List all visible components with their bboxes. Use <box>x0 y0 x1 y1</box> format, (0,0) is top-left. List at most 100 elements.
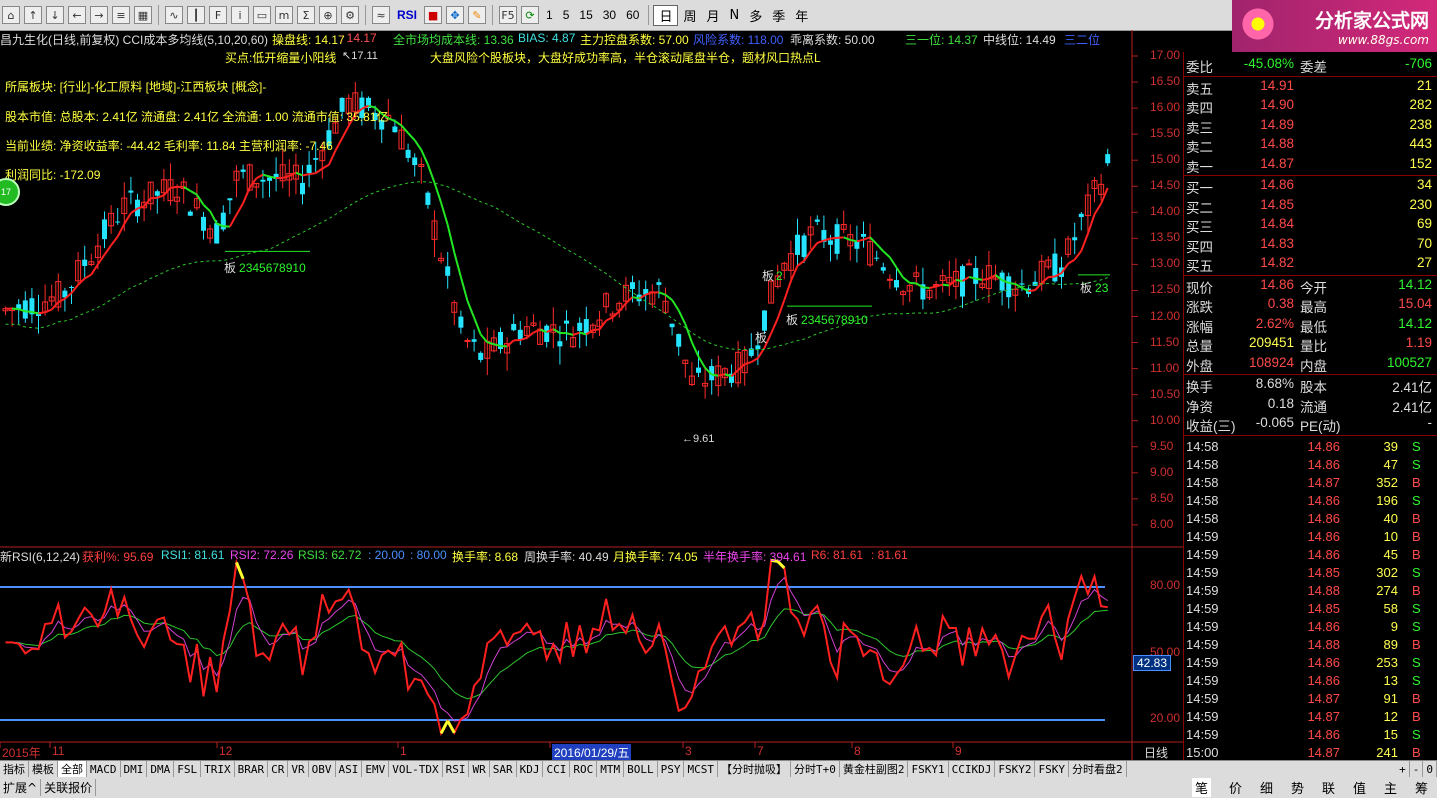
period-year-button[interactable]: 年 <box>790 6 813 25</box>
grid-icon[interactable]: ▦ <box>134 6 152 24</box>
pen-icon[interactable]: ✎ <box>468 6 487 24</box>
zoom-icon[interactable]: ⊕ <box>319 6 337 24</box>
tick-row[interactable]: 14:59 14.85 302 S <box>1184 565 1436 583</box>
period-n-button[interactable]: N <box>725 8 745 23</box>
tick-row[interactable]: 14:58 14.87 352 B <box>1184 475 1436 493</box>
indicator-tab[interactable]: FSKY <box>1035 761 1069 778</box>
indicator-tab[interactable]: BOLL <box>624 761 658 778</box>
indicator-tab[interactable]: ROC <box>570 761 598 778</box>
tick-row[interactable]: 14:58 14.86 196 S <box>1184 493 1436 511</box>
indicator-tab[interactable]: FSL <box>174 761 202 778</box>
indicator-tab[interactable]: 黄金柱副图2 <box>840 761 909 778</box>
period-30-button[interactable]: 30 <box>603 8 616 22</box>
f10-icon[interactable]: F <box>209 6 227 24</box>
period-month-button[interactable]: 月 <box>702 6 725 25</box>
tab-control-button[interactable]: + <box>1396 761 1410 778</box>
ask-row[interactable]: 卖三 14.89 238 <box>1184 117 1436 136</box>
bid-row[interactable]: 买二 14.85 230 <box>1184 197 1436 216</box>
bid-row[interactable]: 买五 14.82 27 <box>1184 255 1436 274</box>
period-1-button[interactable]: 1 <box>546 8 553 22</box>
tick-row[interactable]: 14:59 14.86 253 S <box>1184 655 1436 673</box>
tick-row[interactable]: 14:59 14.87 12 B <box>1184 709 1436 727</box>
indicator-tab[interactable]: CR <box>268 761 289 778</box>
indicator-tab[interactable]: SAR <box>490 761 517 778</box>
quote-row[interactable]: 涨幅 2.62% 最低 14.12 <box>1184 316 1436 335</box>
up-arrow-icon[interactable]: ↑ <box>24 6 42 24</box>
tick-row[interactable]: 14:59 14.88 274 B <box>1184 583 1436 601</box>
tick-row[interactable]: 14:59 14.85 58 S <box>1184 601 1436 619</box>
tick-row[interactable]: 14:58 14.86 47 S <box>1184 457 1436 475</box>
move-icon[interactable]: ✥ <box>446 6 465 24</box>
indicator-tab[interactable]: 分时看盘2 <box>1069 761 1127 778</box>
quote-row[interactable]: 净资 0.18 流通 2.41亿 <box>1184 396 1436 415</box>
indicator-tab[interactable]: 模板 <box>29 761 58 778</box>
tick-row[interactable]: 14:59 14.86 15 S <box>1184 727 1436 745</box>
bid-row[interactable]: 买四 14.83 70 <box>1184 236 1436 255</box>
stop-icon[interactable]: ■ <box>424 6 443 24</box>
indicator-tab[interactable]: MTM <box>597 761 625 778</box>
period-day-button[interactable]: 日 <box>653 4 679 26</box>
indicator-tab[interactable]: BRAR <box>235 761 269 778</box>
quote-row[interactable]: 外盘 108924 内盘 100527 <box>1184 355 1436 374</box>
f5-icon[interactable]: F5 <box>499 6 518 24</box>
tab-control-button[interactable]: 0 <box>1423 761 1437 778</box>
right-tab[interactable]: 主 <box>1384 778 1397 797</box>
indicator-tab[interactable]: 分时T+0 <box>791 761 840 778</box>
tab-control-button[interactable]: - <box>1410 761 1424 778</box>
ask-row[interactable]: 卖一 14.87 152 <box>1184 156 1436 175</box>
indicator-tab[interactable]: 【分时抛吸】 <box>718 761 791 778</box>
tick-row[interactable]: 14:59 14.87 91 B <box>1184 691 1436 709</box>
extra-tab[interactable]: 扩展^ <box>0 779 42 796</box>
right-tab[interactable]: 细 <box>1260 778 1273 797</box>
tick-row[interactable]: 14:59 14.86 45 B <box>1184 547 1436 565</box>
indicator-tab[interactable]: DMA <box>147 761 175 778</box>
quote-row[interactable]: 收益(三) -0.065 PE(动) - <box>1184 415 1436 434</box>
indicator-tab[interactable]: 指标 <box>0 761 29 778</box>
candle-icon[interactable]: ┃ <box>187 6 205 24</box>
indicator-tab[interactable]: VOL-TDX <box>389 761 443 778</box>
rsi-button[interactable]: RSI <box>397 8 417 22</box>
down-arrow-icon[interactable]: ↓ <box>46 6 64 24</box>
indicator-tab[interactable]: DMI <box>121 761 148 778</box>
indicator-tab[interactable]: VR <box>288 761 309 778</box>
window-icon[interactable]: ▭ <box>253 6 271 24</box>
info-icon[interactable]: i <box>231 6 249 24</box>
indicator-tab[interactable]: 全部 <box>58 761 87 778</box>
indicator-tab[interactable]: MCST <box>684 761 718 778</box>
indicator-tab[interactable]: EMV <box>362 761 390 778</box>
tick-row[interactable]: 14:59 14.86 13 S <box>1184 673 1436 691</box>
indicator-tab[interactable]: CCI <box>543 761 571 778</box>
quote-row[interactable]: 涨跌 0.38 最高 15.04 <box>1184 296 1436 315</box>
back-icon[interactable]: ← <box>68 6 86 24</box>
indicator-tab[interactable]: CCIKDJ <box>949 761 996 778</box>
indicator-tab[interactable]: TRIX <box>201 761 235 778</box>
indicator-tab[interactable]: RSI <box>443 761 470 778</box>
right-tab[interactable]: 值 <box>1353 778 1366 797</box>
ask-row[interactable]: 卖四 14.90 282 <box>1184 97 1436 116</box>
line-chart-icon[interactable]: ∿ <box>165 6 183 24</box>
quote-row[interactable]: 总量 209451 量比 1.19 <box>1184 335 1436 354</box>
extra-tab[interactable]: 关联报价 <box>41 779 97 796</box>
list-icon[interactable]: ≡ <box>112 6 130 24</box>
period-5-button[interactable]: 5 <box>563 8 570 22</box>
period-season-button[interactable]: 季 <box>767 6 790 25</box>
tick-row[interactable]: 14:58 14.86 39 S <box>1184 439 1436 457</box>
right-tab[interactable]: 笔 <box>1191 778 1211 797</box>
minute-icon[interactable]: m <box>275 6 293 24</box>
quote-row[interactable]: 换手 8.68% 股本 2.41亿 <box>1184 376 1436 395</box>
wave-icon[interactable]: ≈ <box>372 6 390 24</box>
indicator-tab[interactable]: OBV <box>309 761 336 778</box>
tick-row[interactable]: 14:58 14.86 40 B <box>1184 511 1436 529</box>
right-tab[interactable]: 价 <box>1229 778 1242 797</box>
weibi-row[interactable]: 委比 -45.08% 委差 -706 <box>1184 56 1436 75</box>
indicator-tab[interactable]: FSKY2 <box>995 761 1036 778</box>
ask-row[interactable]: 卖二 14.88 443 <box>1184 136 1436 155</box>
ask-row[interactable]: 卖五 14.91 21 <box>1184 78 1436 97</box>
indicator-tab[interactable]: FSKY1 <box>908 761 949 778</box>
period-multi-button[interactable]: 多 <box>744 6 767 25</box>
formula-icon[interactable]: Σ <box>297 6 315 24</box>
bid-row[interactable]: 买三 14.84 69 <box>1184 216 1436 235</box>
quote-row[interactable]: 现价 14.86 今开 14.12 <box>1184 277 1436 296</box>
indicator-tab[interactable]: KDJ <box>517 761 544 778</box>
indicator-tab[interactable]: ASI <box>336 761 363 778</box>
